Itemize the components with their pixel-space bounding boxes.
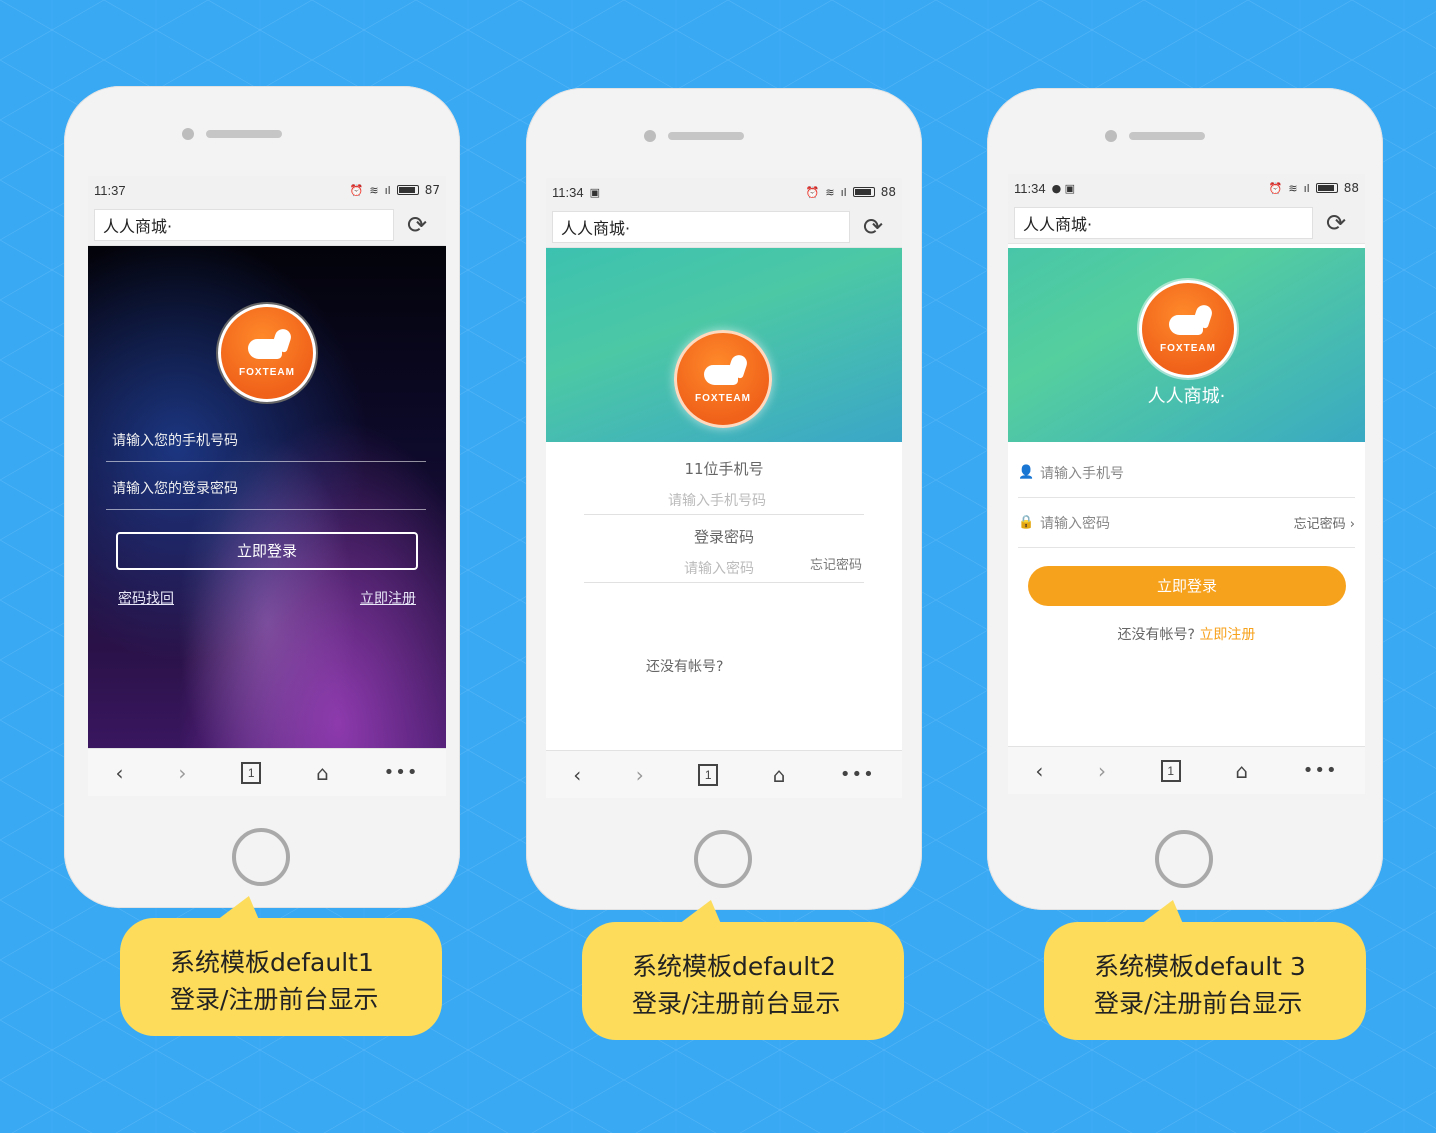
back-icon[interactable]: ‹ <box>115 761 123 785</box>
password-input[interactable]: 请输入您的登录密码 <box>106 464 426 510</box>
browser-nav-bar: ‹ › 1 ⌂ ••• <box>546 750 902 798</box>
caption-default2: 系统模板default2 登录/注册前台显示 <box>582 922 904 1040</box>
status-bar: 11:34 ▣ ⏰ ≋ ıl 88 <box>546 178 902 206</box>
tabs-icon[interactable]: 1 <box>1160 759 1181 782</box>
home-icon[interactable]: ⌂ <box>316 761 329 785</box>
caption-default3: 系统模板default 3 登录/注册前台显示 <box>1044 922 1366 1040</box>
caption-default1: 系统模板default1 登录/注册前台显示 <box>120 918 442 1036</box>
register-link[interactable]: 立即注册 <box>1199 627 1255 643</box>
battery-level: 87 <box>424 183 440 197</box>
battery-icon <box>396 185 419 195</box>
more-icon[interactable]: ••• <box>384 762 419 783</box>
more-icon[interactable]: ••• <box>840 764 875 785</box>
more-icon[interactable]: ••• <box>1303 760 1338 781</box>
wifi-icon: ≋ <box>369 183 379 197</box>
signal-icon: ıl <box>384 183 391 197</box>
signal-icon: ıl <box>840 185 847 199</box>
back-icon[interactable]: ‹ <box>573 763 581 787</box>
phone-default1: 11:37 ⏰ ≋ ıl 87 人人商城· ⟳ FOXTEAM 请输入您的手机号… <box>64 86 460 908</box>
refresh-icon[interactable]: ⟳ <box>850 213 896 241</box>
wifi-icon: ≋ <box>825 185 835 199</box>
forgot-password-link[interactable]: 密码找回 <box>118 588 174 608</box>
browser-nav-bar: ‹ › 1 ⌂ ••• <box>1008 746 1365 794</box>
camera-dot <box>644 130 656 142</box>
home-button[interactable] <box>232 828 290 886</box>
screen: 11:34 ▣ ⏰ ≋ ıl 88 人人商城· ⟳ FOXTEAM 11位手机号… <box>546 178 902 798</box>
status-time: 11:34 <box>1014 180 1046 196</box>
login-page-default1: FOXTEAM 请输入您的手机号码 请输入您的登录密码 立即登录 密码找回 立即… <box>88 246 446 748</box>
tabs-icon[interactable]: 1 <box>698 763 719 786</box>
battery-icon <box>1315 183 1338 193</box>
home-icon[interactable]: ⌂ <box>773 763 786 787</box>
screen: 11:34 ● ▣ ⏰ ≋ ıl 88 人人商城· ⟳ FOXTEAM 人人商城… <box>1008 174 1365 794</box>
address-bar: 人人商城· ⟳ <box>1008 202 1365 244</box>
address-bar: 人人商城· ⟳ <box>88 204 446 246</box>
fox-icon <box>700 355 746 389</box>
phone-number-input[interactable]: 请输入手机号码 <box>668 490 766 510</box>
forward-icon[interactable]: › <box>178 761 186 785</box>
phone-number-input[interactable]: 请输入您的手机号码 <box>106 416 426 462</box>
battery-level: 88 <box>880 185 896 199</box>
password-input[interactable]: 🔒 请输入密码 忘记密码 › <box>1018 498 1355 548</box>
tabs-icon[interactable]: 1 <box>241 761 262 784</box>
message-image-icons: ● ▣ <box>1051 181 1076 195</box>
address-input[interactable]: 人人商城· <box>552 210 850 243</box>
divider <box>584 514 864 515</box>
forgot-password-link[interactable]: 忘记密码 › <box>1294 513 1355 532</box>
shop-title: 人人商城· <box>1147 386 1226 407</box>
address-input[interactable]: 人人商城· <box>94 208 394 241</box>
fox-icon <box>244 329 290 363</box>
status-bar: 11:34 ● ▣ ⏰ ≋ ıl 88 <box>1008 174 1365 202</box>
phone-number-input[interactable]: 👤 请输入手机号 <box>1018 448 1355 498</box>
alarm-icon: ⏰ <box>349 183 364 197</box>
foxteam-logo: FOXTEAM <box>1139 280 1237 378</box>
status-time: 11:37 <box>94 182 126 198</box>
home-button[interactable] <box>694 830 752 888</box>
browser-nav-bar: ‹ › 1 ⌂ ••• <box>88 748 446 796</box>
phone-default3: 11:34 ● ▣ ⏰ ≋ ıl 88 人人商城· ⟳ FOXTEAM 人人商城… <box>987 88 1383 910</box>
forward-icon[interactable]: › <box>636 763 644 787</box>
foxteam-logo: FOXTEAM <box>674 330 772 428</box>
phone-label: 11位手机号 <box>684 460 764 478</box>
alarm-icon: ⏰ <box>1268 181 1283 195</box>
refresh-icon[interactable]: ⟳ <box>1313 209 1359 237</box>
image-icon: ▣ <box>589 185 600 199</box>
address-bar: 人人商城· ⟳ <box>546 206 902 248</box>
foxteam-logo: FOXTEAM <box>218 304 316 402</box>
login-page-default2: FOXTEAM 11位手机号 请输入手机号码 登录密码 请输入密码 忘记密码 还… <box>546 248 902 750</box>
address-input[interactable]: 人人商城· <box>1014 206 1313 239</box>
back-icon[interactable]: ‹ <box>1035 759 1043 783</box>
home-icon[interactable]: ⌂ <box>1235 759 1248 783</box>
phone-default2: 11:34 ▣ ⏰ ≋ ıl 88 人人商城· ⟳ FOXTEAM 11位手机号… <box>526 88 922 910</box>
login-button[interactable]: 立即登录 <box>1028 566 1346 606</box>
forward-icon[interactable]: › <box>1098 759 1106 783</box>
divider <box>584 582 864 583</box>
home-button[interactable] <box>1155 830 1213 888</box>
status-time: 11:34 <box>552 184 584 200</box>
login-button[interactable]: 立即登录 <box>116 532 418 570</box>
password-label: 登录密码 <box>693 528 754 546</box>
password-input[interactable]: 请输入密码 <box>684 558 754 578</box>
speaker-slot <box>1129 132 1205 140</box>
lock-icon: 🔒 <box>1018 515 1035 530</box>
wifi-icon: ≋ <box>1288 181 1298 195</box>
login-page-default3: FOXTEAM 人人商城· 👤 请输入手机号 🔒 请输入密码 忘记密码 › 立即… <box>1008 248 1365 746</box>
camera-dot <box>182 128 194 140</box>
refresh-icon[interactable]: ⟳ <box>394 211 440 239</box>
register-link[interactable]: 立即注册 <box>360 588 416 608</box>
fox-icon <box>1165 305 1211 339</box>
no-account-text[interactable]: 还没有帐号? <box>646 656 723 676</box>
alarm-icon: ⏰ <box>805 185 820 199</box>
forgot-password-link[interactable]: 忘记密码 <box>810 554 862 573</box>
signal-icon: ıl <box>1303 181 1310 195</box>
battery-icon <box>852 187 875 197</box>
screen: 11:37 ⏰ ≋ ıl 87 人人商城· ⟳ FOXTEAM 请输入您的手机号… <box>88 176 446 796</box>
speaker-slot <box>668 132 744 140</box>
no-account-text: 还没有帐号? 立即注册 <box>1117 627 1256 643</box>
camera-dot <box>1105 130 1117 142</box>
user-icon: 👤 <box>1018 465 1035 480</box>
speaker-slot <box>206 130 282 138</box>
battery-level: 88 <box>1343 181 1359 195</box>
status-bar: 11:37 ⏰ ≋ ıl 87 <box>88 176 446 204</box>
